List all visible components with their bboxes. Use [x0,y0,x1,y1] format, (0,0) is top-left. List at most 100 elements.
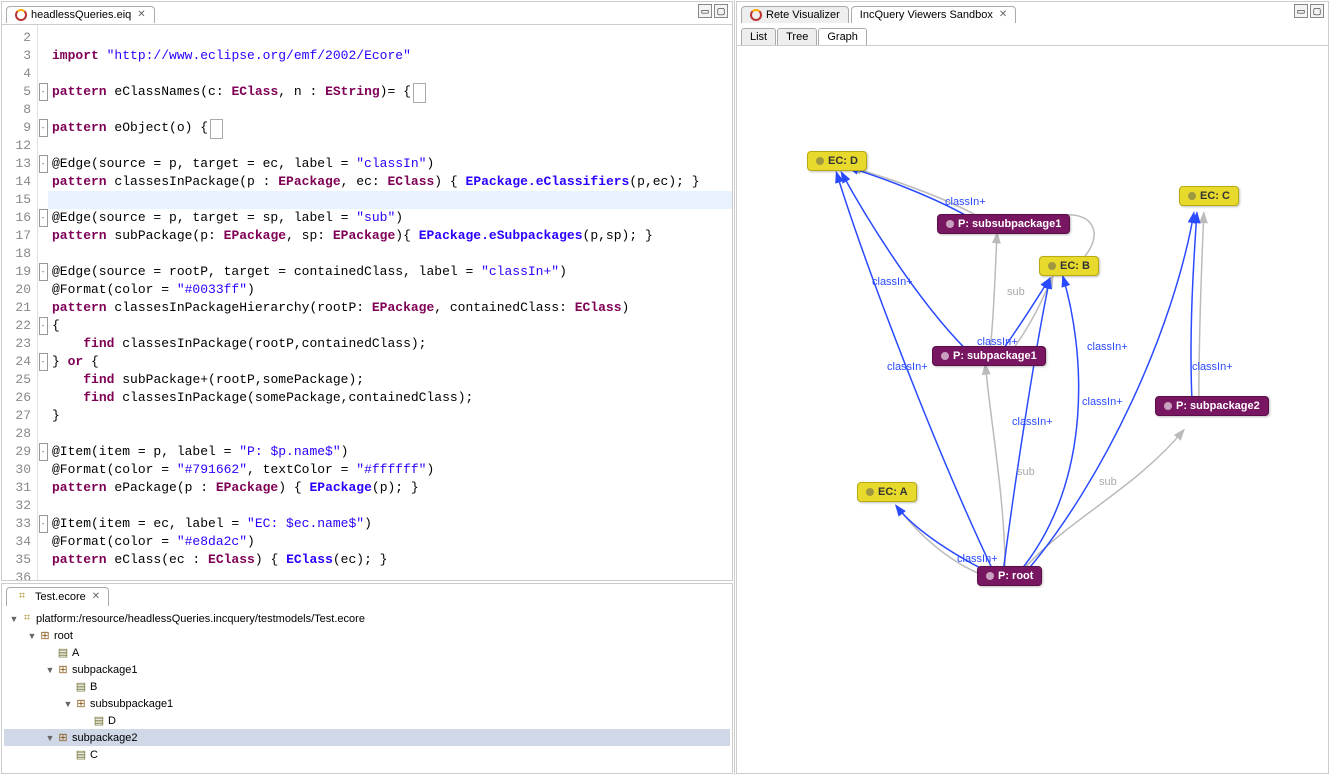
tree-row[interactable]: ▼⊞subpackage1 [4,661,730,678]
code-editor[interactable]: 2345891213141516171819202122232425262728… [2,24,732,580]
fold-toggle[interactable]: - [39,119,48,137]
editor-tab[interactable]: headlessQueries.eiq ✕ [6,6,155,23]
code-line[interactable]: import "http://www.eclipse.org/emf/2002/… [48,47,732,65]
pkg-icon: ⊞ [56,663,70,677]
minimize-button[interactable]: ▭ [1294,4,1308,18]
code-line[interactable]: pattern eClass(ec : EClass) { EClass(ec)… [48,551,732,569]
code-line[interactable]: @Format(color = "#791662", textColor = "… [48,461,732,479]
fold-toggle[interactable]: - [39,515,48,533]
ecore-file-icon: ⌗ [15,590,29,604]
code-line[interactable]: pattern eObject(o) { [48,119,732,137]
node-p-subsubpackage1[interactable]: P: subsubpackage1 [937,214,1070,234]
model-tree-pane: ⌗ Test.ecore ✕ ▼⌗platform:/resource/head… [1,583,733,774]
code-line[interactable]: @Edge(source = rootP, target = contained… [48,263,732,281]
code-line[interactable] [48,569,732,580]
subtab-list[interactable]: List [741,28,776,45]
code-line[interactable] [48,101,732,119]
subtab-tree[interactable]: Tree [777,28,817,45]
tree-row[interactable]: ▼⌗platform:/resource/headlessQueries.inc… [4,610,730,627]
node-p-subpackage2[interactable]: P: subpackage2 [1155,396,1269,416]
code-line[interactable]: pattern eClassNames(c: EClass, n : EStri… [48,83,732,101]
code-line[interactable] [48,65,732,83]
node-ec-c[interactable]: EC: C [1179,186,1239,206]
tab-incquery-sandbox[interactable]: IncQuery Viewers Sandbox ✕ [851,6,1016,23]
tree-row[interactable]: ▼⊞subpackage2 [4,729,730,746]
tree-row[interactable]: ▤D [4,712,730,729]
code-line[interactable]: { [48,317,732,335]
cls-icon: ▤ [56,646,70,660]
node-ec-d[interactable]: EC: D [807,151,867,171]
tree-item-label: root [54,630,73,642]
code-line[interactable]: find subPackage+(rootP,somePackage); [48,371,732,389]
expand-toggle[interactable]: ▼ [44,733,56,743]
fold-toggle[interactable]: - [39,209,48,227]
fold-toggle[interactable]: - [39,83,48,101]
expand-toggle[interactable]: ▼ [26,631,38,641]
tab-label: Rete Visualizer [766,9,840,21]
maximize-button[interactable]: ▢ [1310,4,1324,18]
line-gutter: 2345891213141516171819202122232425262728… [2,25,38,580]
edge-label: classIn+ [1082,396,1123,408]
code-line[interactable] [48,137,732,155]
tree-tab-label: Test.ecore [35,591,86,603]
editor-tab-label: headlessQueries.eiq [31,9,131,21]
code-line[interactable] [48,497,732,515]
code-line[interactable]: } [48,407,732,425]
code-line[interactable]: @Item(item = p, label = "P: $p.name$") [48,443,732,461]
code-line[interactable]: @Format(color = "#0033ff") [48,281,732,299]
code-line[interactable]: @Item(item = ec, label = "EC: $ec.name$"… [48,515,732,533]
node-p-root[interactable]: P: root [977,566,1042,586]
tree-row[interactable]: ▤C [4,746,730,763]
fold-toggle[interactable]: - [39,353,48,371]
code-line[interactable]: } or { [48,353,732,371]
close-icon[interactable]: ✕ [999,9,1007,20]
fold-toggle[interactable]: - [39,263,48,281]
tree-item-label: A [72,647,79,659]
tree-row[interactable]: ▼⊞subsubpackage1 [4,695,730,712]
expand-toggle[interactable]: ▼ [62,699,74,709]
tab-label: IncQuery Viewers Sandbox [860,9,993,21]
edge-label: classIn+ [887,361,928,373]
code-line[interactable]: @Format(color = "#e8da2c") [48,533,732,551]
eiq-file-icon [15,9,27,21]
close-icon[interactable]: ✕ [137,9,145,20]
code-line[interactable]: @Edge(source = p, target = sp, label = "… [48,209,732,227]
tree-row[interactable]: ▤A [4,644,730,661]
maximize-button[interactable]: ▢ [714,4,728,18]
expand-toggle[interactable]: ▼ [44,665,56,675]
code-line[interactable] [48,425,732,443]
tree-item-label: subpackage2 [72,732,137,744]
code-line[interactable]: @Edge(source = p, target = ec, label = "… [48,155,732,173]
tab-rete-visualizer[interactable]: Rete Visualizer [741,6,849,23]
code-area[interactable]: import "http://www.eclipse.org/emf/2002/… [48,25,732,580]
tree-item-label: B [90,681,97,693]
fold-toggle[interactable]: - [39,317,48,335]
tree-row[interactable]: ▼⊞root [4,627,730,644]
code-line[interactable]: find classesInPackage(somePackage,contai… [48,389,732,407]
code-line[interactable] [48,29,732,47]
code-line[interactable] [48,191,732,209]
editor-tabbar: headlessQueries.eiq ✕ ▭ ▢ [2,2,732,24]
viewer-subtabbar: List Tree Graph [737,24,1328,46]
node-p-subpackage1[interactable]: P: subpackage1 [932,346,1046,366]
fold-toggle[interactable]: - [39,155,48,173]
node-ec-b[interactable]: EC: B [1039,256,1099,276]
minimize-button[interactable]: ▭ [698,4,712,18]
code-line[interactable] [48,245,732,263]
expand-toggle[interactable]: ▼ [8,614,20,624]
code-line[interactable]: pattern classesInPackage(p : EPackage, e… [48,173,732,191]
subtab-graph[interactable]: Graph [818,28,867,45]
code-line[interactable]: find classesInPackage(rootP,containedCla… [48,335,732,353]
code-line[interactable]: pattern subPackage(p: EPackage, sp: EPac… [48,227,732,245]
code-line[interactable]: pattern ePackage(p : EPackage) { EPackag… [48,479,732,497]
model-tree[interactable]: ▼⌗platform:/resource/headlessQueries.inc… [2,606,732,773]
tree-item-label: D [108,715,116,727]
fold-toggle[interactable]: - [39,443,48,461]
close-icon[interactable]: ✕ [92,591,100,602]
code-line[interactable]: pattern classesInPackageHierarchy(rootP:… [48,299,732,317]
pkg-icon: ⊞ [56,731,70,745]
tree-row[interactable]: ▤B [4,678,730,695]
graph-canvas[interactable]: EC: D P: subsubpackage1 EC: B EC: C P: s… [737,46,1328,773]
tree-tab[interactable]: ⌗ Test.ecore ✕ [6,587,109,606]
node-ec-a[interactable]: EC: A [857,482,917,502]
